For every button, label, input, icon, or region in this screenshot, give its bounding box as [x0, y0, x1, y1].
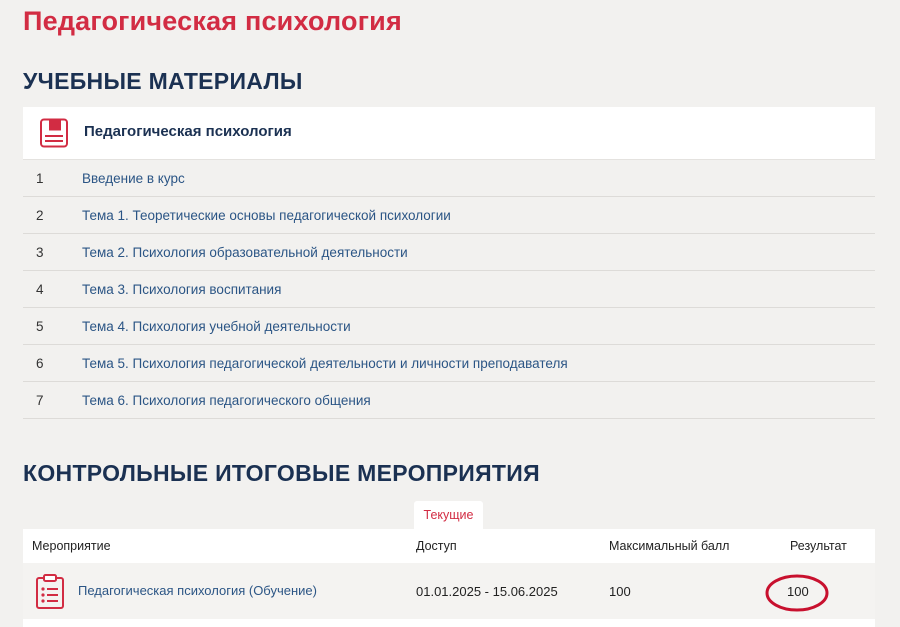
topic-number: 6	[36, 355, 44, 371]
column-header-access: Доступ	[416, 539, 457, 553]
topic-row: 3 Тема 2. Психология образовательной дея…	[23, 234, 875, 271]
column-header-max-score: Максимальный балл	[609, 539, 730, 553]
topic-row: 7 Тема 6. Психология педагогического общ…	[23, 382, 875, 419]
topic-row: 5 Тема 4. Психология учебной деятельност…	[23, 308, 875, 345]
topic-number: 7	[36, 392, 44, 408]
topic-link[interactable]: Тема 1. Теоретические основы педагогичес…	[82, 208, 451, 223]
events-section-title: КОНТРОЛЬНЫЕ ИТОГОВЫЕ МЕРОПРИЯТИЯ	[23, 460, 540, 486]
page-title: Педагогическая психология	[23, 6, 402, 36]
clipboard-icon	[35, 574, 65, 613]
event-access-dates: 01.01.2025 - 15.06.2025	[416, 584, 558, 599]
table-footer-strip	[23, 619, 875, 627]
topic-number: 2	[36, 207, 44, 223]
topic-link[interactable]: Тема 2. Психология образовательной деяте…	[82, 245, 408, 260]
topic-number: 1	[36, 170, 44, 186]
book-icon	[39, 118, 69, 153]
topic-link[interactable]: Введение в курс	[82, 171, 185, 186]
topic-list: 1 Введение в курс 2 Тема 1. Теоретически…	[23, 160, 875, 419]
topic-row: 4 Тема 3. Психология воспитания	[23, 271, 875, 308]
topic-link[interactable]: Тема 4. Психология учебной деятельности	[82, 319, 351, 334]
topic-row: 1 Введение в курс	[23, 160, 875, 197]
tab-current[interactable]: Текущие	[414, 501, 483, 529]
topic-row: 6 Тема 5. Психология педагогической деят…	[23, 345, 875, 382]
events-table-header: Мероприятие Доступ Максимальный балл Рез…	[23, 529, 875, 564]
event-result: 100	[787, 584, 809, 599]
topic-row: 2 Тема 1. Теоретические основы педагогич…	[23, 197, 875, 234]
topic-link[interactable]: Тема 5. Психология педагогической деятел…	[82, 356, 568, 371]
topic-link[interactable]: Тема 3. Психология воспитания	[82, 282, 281, 297]
event-link[interactable]: Педагогическая психология (Обучение)	[78, 583, 317, 598]
event-max-score: 100	[609, 584, 631, 599]
column-header-event: Мероприятие	[32, 539, 111, 553]
column-header-result: Результат	[790, 539, 847, 553]
table-row: Педагогическая психология (Обучение) 01.…	[23, 563, 875, 619]
materials-card-header: Педагогическая психология	[23, 107, 875, 160]
materials-card-title: Педагогическая психология	[84, 123, 292, 140]
topic-number: 3	[36, 244, 44, 260]
materials-section-title: УЧЕБНЫЕ МАТЕРИАЛЫ	[23, 68, 303, 94]
topic-number: 4	[36, 281, 44, 297]
topic-link[interactable]: Тема 6. Психология педагогического общен…	[82, 393, 371, 408]
topic-number: 5	[36, 318, 44, 334]
